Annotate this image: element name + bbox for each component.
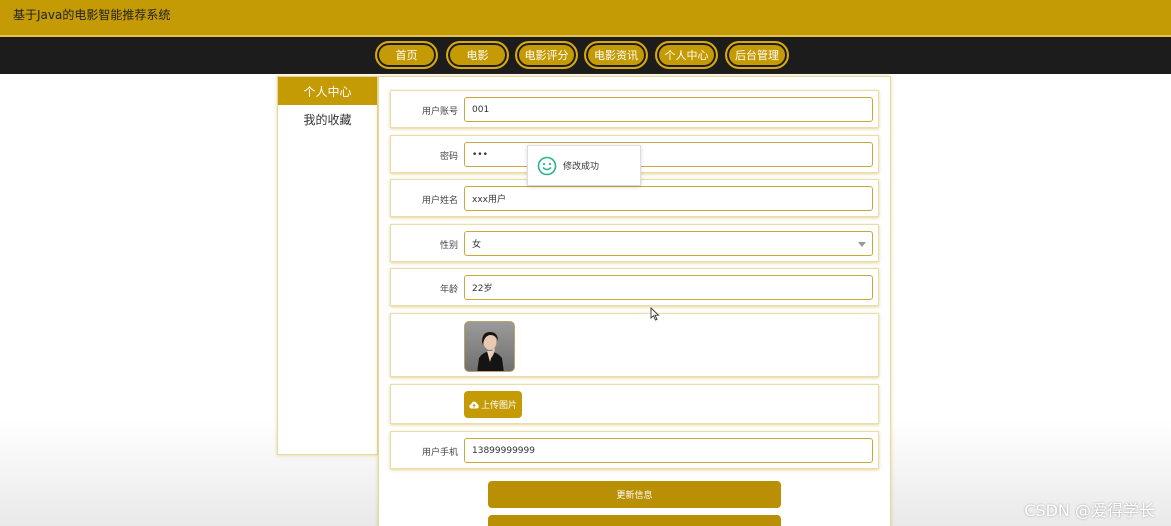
update-info-button[interactable]: 更新信息 [488, 481, 781, 508]
upload-image-button[interactable]: 上传图片 [464, 391, 522, 418]
form-row-account: 用户账号 001 [390, 90, 879, 128]
age-input[interactable]: 22岁 [464, 275, 873, 300]
nav-item-movies[interactable]: 电影 [446, 41, 509, 69]
gender-value: 女 [472, 240, 482, 250]
account-label: 用户账号 [421, 107, 458, 117]
gender-label: 性别 [439, 241, 458, 251]
nav-item-admin[interactable]: 后台管理 [725, 41, 789, 69]
password-input[interactable]: ••• [464, 142, 873, 167]
form-row-avatar [390, 313, 879, 377]
watermark-text: CSDN @爱得学长 [1024, 501, 1155, 520]
site-title: 基于Java的电影智能推荐系统 [13, 8, 171, 22]
avatar-portrait [465, 322, 514, 371]
success-toast: 修改成功 [527, 145, 641, 186]
main-nav: 首页 电影 电影评分 电影资讯 个人中心 后台管理 [0, 37, 1171, 74]
secondary-action-button[interactable] [488, 515, 781, 526]
name-label: 用户姓名 [421, 196, 458, 206]
mouse-cursor-icon [650, 307, 660, 321]
sidebar-item-personal-center[interactable]: 个人中心 [278, 77, 377, 105]
upload-image-label: 上传图片 [480, 401, 517, 411]
form-row-age: 年龄 22岁 [390, 268, 879, 306]
nav-item-movie-ratings[interactable]: 电影评分 [515, 41, 578, 69]
toast-message: 修改成功 [563, 162, 600, 172]
gender-select[interactable]: 女 [464, 231, 873, 256]
form-row-phone: 用户手机 13899999999 [390, 431, 879, 469]
smile-icon [537, 156, 557, 175]
chevron-down-icon [858, 242, 866, 247]
nav-item-personal-center[interactable]: 个人中心 [655, 41, 718, 69]
password-label: 密码 [439, 152, 458, 162]
nav-item-movie-news[interactable]: 电影资讯 [584, 41, 648, 69]
nav-item-home[interactable]: 首页 [375, 41, 438, 69]
cloud-upload-icon [469, 401, 479, 408]
form-row-gender: 性别 女 [390, 224, 879, 262]
phone-input[interactable]: 13899999999 [464, 438, 873, 463]
name-input[interactable]: xxx用户 [464, 186, 873, 211]
form-row-upload: 上传图片 [390, 384, 879, 424]
sidebar-item-my-favorites[interactable]: 我的收藏 [278, 105, 377, 133]
sidebar-menu: 个人中心 我的收藏 [277, 76, 378, 455]
avatar-image [464, 321, 515, 372]
age-label: 年龄 [439, 285, 458, 295]
account-input[interactable]: 001 [464, 97, 873, 122]
phone-label: 用户手机 [421, 448, 458, 458]
site-header: 基于Java的电影智能推荐系统 [0, 0, 1171, 37]
profile-form-panel: 用户账号 001 密码 ••• 用户姓名 xxx用户 性别 女 年龄 22岁 上… [378, 76, 891, 526]
